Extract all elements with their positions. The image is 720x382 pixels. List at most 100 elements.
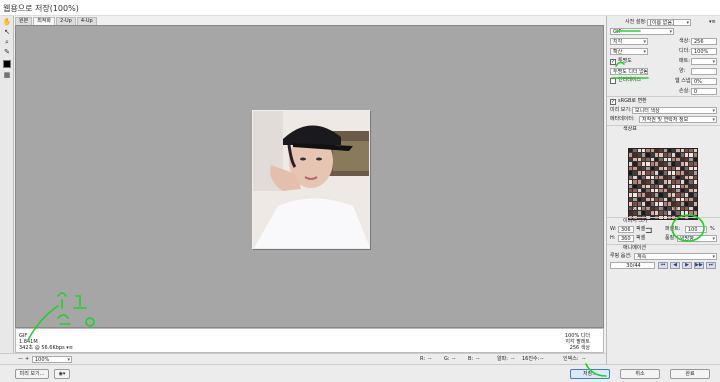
color-table-cell[interactable]	[641, 166, 646, 171]
browser-select-button[interactable]: ◉▾	[54, 369, 70, 379]
color-table-cell[interactable]	[693, 175, 697, 180]
color-table-cell[interactable]	[650, 171, 654, 175]
color-table-cell[interactable]	[654, 175, 659, 180]
color-table-cell[interactable]	[667, 193, 672, 197]
color-table-cell[interactable]	[680, 197, 685, 202]
metadata-select[interactable]: 저작권 및 연락처 정보	[639, 116, 717, 123]
color-table-cell[interactable]	[689, 211, 693, 215]
color-table-cell[interactable]	[693, 202, 697, 206]
color-table-cell[interactable]	[637, 197, 641, 202]
color-table-cell[interactable]	[650, 162, 654, 166]
constrain-link-icon[interactable]: ⊐	[645, 227, 653, 236]
color-table-cell[interactable]	[633, 171, 637, 175]
color-table-cell[interactable]	[676, 188, 680, 193]
color-table-cell[interactable]	[646, 175, 650, 180]
color-table-cell[interactable]	[676, 180, 680, 184]
color-table-cell[interactable]	[680, 202, 685, 206]
color-table-cell[interactable]	[693, 166, 697, 171]
amount-field[interactable]	[691, 68, 717, 75]
color-table-cell[interactable]	[641, 180, 646, 184]
color-table-cell[interactable]	[685, 197, 689, 202]
color-table-cell[interactable]	[689, 206, 693, 211]
color-table-cell[interactable]	[646, 171, 650, 175]
color-table-cell[interactable]	[667, 202, 672, 206]
color-table-cell[interactable]	[637, 153, 641, 157]
color-table-cell[interactable]	[650, 202, 654, 206]
preset-menu-icon[interactable]: ▾≡	[709, 19, 716, 26]
color-table-cell[interactable]	[672, 166, 676, 171]
color-table-cell[interactable]	[680, 149, 685, 153]
tab-optimized[interactable]: 최적화	[33, 17, 56, 25]
color-table-cell[interactable]	[654, 202, 659, 206]
color-table-cell[interactable]	[663, 175, 667, 180]
color-table-cell[interactable]	[667, 166, 672, 171]
color-table-cell[interactable]	[680, 166, 685, 171]
color-table-cell[interactable]	[693, 171, 697, 175]
color-table-cell[interactable]	[654, 157, 659, 162]
color-table-cell[interactable]	[693, 188, 697, 193]
color-table-cell[interactable]	[641, 171, 646, 175]
preview-select[interactable]: 모니터 색상	[632, 107, 717, 114]
color-table-cell[interactable]	[659, 184, 663, 188]
color-table-cell[interactable]	[689, 188, 693, 193]
color-table-cell[interactable]	[689, 193, 693, 197]
color-table-cell[interactable]	[646, 149, 650, 153]
color-table-cell[interactable]	[646, 202, 650, 206]
quality-select[interactable]: 양방향	[677, 235, 717, 242]
color-table-cell[interactable]	[633, 149, 637, 153]
color-table-cell[interactable]	[672, 149, 676, 153]
color-table-cell[interactable]	[641, 188, 646, 193]
color-table-cell[interactable]	[629, 193, 633, 197]
color-table-cell[interactable]	[629, 171, 633, 175]
color-table-cell[interactable]	[689, 202, 693, 206]
color-table-cell[interactable]	[659, 193, 663, 197]
colors-field[interactable]: 256	[691, 38, 717, 45]
color-table-cell[interactable]	[680, 180, 685, 184]
color-table-cell[interactable]	[689, 157, 693, 162]
color-table-cell[interactable]	[629, 180, 633, 184]
color-table-cell[interactable]	[641, 162, 646, 166]
color-table-cell[interactable]	[680, 211, 685, 215]
color-table-cell[interactable]	[650, 157, 654, 162]
color-table-cell[interactable]	[693, 206, 697, 211]
color-table-cell[interactable]	[693, 211, 697, 215]
color-table-cell[interactable]	[680, 162, 685, 166]
color-table-cell[interactable]	[633, 162, 637, 166]
prev-frame-button[interactable]: ◀	[670, 262, 680, 269]
color-table-cell[interactable]	[663, 193, 667, 197]
color-table-cell[interactable]	[637, 162, 641, 166]
color-table-cell[interactable]	[685, 157, 689, 162]
color-table-cell[interactable]	[676, 153, 680, 157]
color-table-cell[interactable]	[637, 188, 641, 193]
color-table-cell[interactable]	[633, 184, 637, 188]
color-table-cell[interactable]	[637, 184, 641, 188]
color-table-cell[interactable]	[667, 153, 672, 157]
color-table-cell[interactable]	[641, 193, 646, 197]
color-table-cell[interactable]	[641, 175, 646, 180]
play-button[interactable]: ▶	[682, 262, 692, 269]
next-frame-button[interactable]: ▶▶	[694, 262, 704, 269]
color-table-cell[interactable]	[693, 153, 697, 157]
color-table-cell[interactable]	[685, 193, 689, 197]
color-table-cell[interactable]	[629, 157, 633, 162]
tab-original[interactable]: 원본	[15, 17, 33, 25]
color-table-cell[interactable]	[663, 162, 667, 166]
color-table-cell[interactable]	[680, 171, 685, 175]
loop-select[interactable]: 계속	[634, 253, 717, 260]
color-table-cell[interactable]	[629, 197, 633, 202]
color-table-cell[interactable]	[685, 202, 689, 206]
color-table-cell[interactable]	[667, 175, 672, 180]
color-table-cell[interactable]	[663, 149, 667, 153]
color-table-cell[interactable]	[689, 153, 693, 157]
color-table-cell[interactable]	[693, 180, 697, 184]
color-table-cell[interactable]	[633, 180, 637, 184]
color-table-cell[interactable]	[637, 180, 641, 184]
slice-select-tool-icon[interactable]: ↖	[2, 28, 12, 37]
color-table-cell[interactable]	[659, 149, 663, 153]
color-table-cell[interactable]	[689, 180, 693, 184]
color-table-cell[interactable]	[667, 188, 672, 193]
color-table-cell[interactable]	[663, 166, 667, 171]
color-table-cell[interactable]	[646, 197, 650, 202]
color-table-tools-icon[interactable]: ⊕ ◻ ⊗ ▤ ⊞ 🗑	[643, 207, 679, 214]
color-table-cell[interactable]	[680, 193, 685, 197]
